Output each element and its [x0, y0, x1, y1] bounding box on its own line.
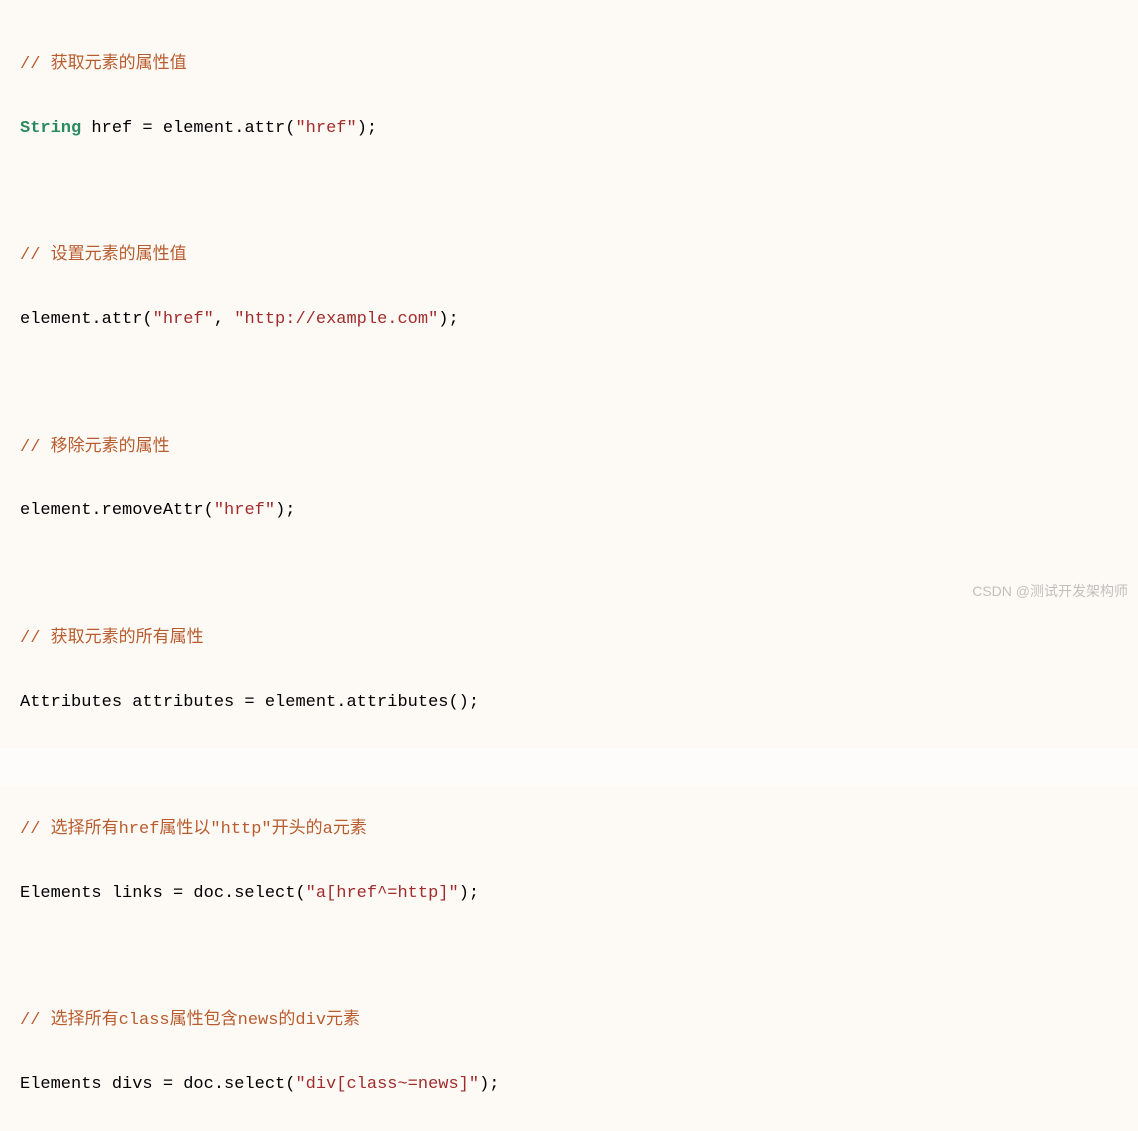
code-text: element.removeAttr(	[20, 501, 214, 520]
code-line: // 获取元素的所有属性	[20, 621, 1118, 658]
code-text: Attributes attributes = element.attribut…	[20, 693, 479, 712]
code-line: // 选择所有href属性以"http"开头的a元素	[20, 812, 1118, 849]
code-text: );	[275, 501, 295, 520]
string-literal: "div[class~=news]"	[295, 1075, 479, 1094]
code-text: Elements links = doc.select(	[20, 884, 306, 903]
blank-line	[20, 557, 1118, 594]
code-text: Elements divs = doc.select(	[20, 1075, 295, 1094]
code-text: href = element.attr(	[81, 119, 295, 138]
code-line: String href = element.attr("href");	[20, 111, 1118, 148]
comment: // 设置元素的属性值	[20, 246, 187, 265]
code-text: );	[357, 119, 377, 138]
blank-line	[20, 748, 1118, 785]
watermark: CSDN @测试开发架构师	[972, 580, 1128, 602]
code-text: );	[438, 310, 458, 329]
blank-line	[20, 366, 1118, 403]
code-line: element.removeAttr("href");	[20, 493, 1118, 530]
comment: // 获取元素的所有属性	[20, 629, 204, 648]
string-literal: "href"	[295, 119, 356, 138]
blank-line	[20, 939, 1118, 976]
comment: // 移除元素的属性	[20, 438, 170, 457]
code-line: // 选择所有class属性包含news的div元素	[20, 1003, 1118, 1040]
blank-line	[20, 175, 1118, 212]
code-line: element.attr("href", "http://example.com…	[20, 302, 1118, 339]
section-divider	[0, 748, 1138, 785]
code-line: // 获取元素的属性值	[20, 47, 1118, 84]
string-literal: "href"	[214, 501, 275, 520]
comment: // 选择所有href属性以"http"开头的a元素	[20, 820, 367, 839]
keyword: String	[20, 119, 81, 138]
code-line: Attributes attributes = element.attribut…	[20, 685, 1118, 722]
string-literal: "href"	[153, 310, 214, 329]
code-line: Elements divs = doc.select("div[class~=n…	[20, 1067, 1118, 1104]
string-literal: "a[href^=http]"	[306, 884, 459, 903]
code-line: // 移除元素的属性	[20, 430, 1118, 467]
code-block: // 获取元素的属性值 String href = element.attr("…	[20, 20, 1118, 1131]
comment: // 选择所有class属性包含news的div元素	[20, 1011, 360, 1030]
string-literal: "http://example.com"	[234, 310, 438, 329]
comment: // 获取元素的属性值	[20, 55, 187, 74]
code-text: element.attr(	[20, 310, 153, 329]
code-text: );	[479, 1075, 499, 1094]
code-text: );	[459, 884, 479, 903]
code-line: Elements links = doc.select("a[href^=htt…	[20, 876, 1118, 913]
code-text: ,	[214, 310, 234, 329]
code-line: // 设置元素的属性值	[20, 238, 1118, 275]
